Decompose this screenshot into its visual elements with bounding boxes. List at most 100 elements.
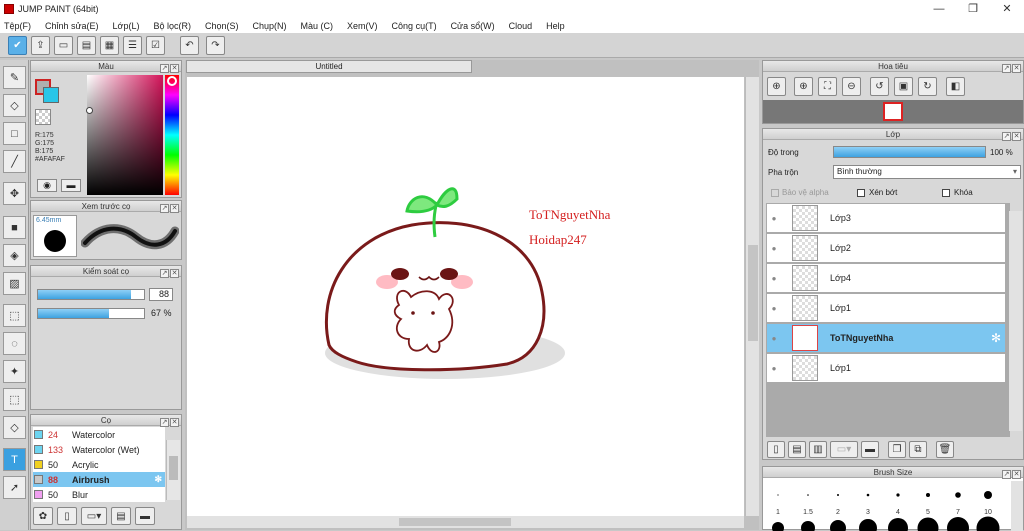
gradient-tool-icon[interactable]: ▨ bbox=[3, 272, 26, 295]
new-text-layer-icon[interactable]: ▥ bbox=[809, 441, 827, 458]
menu-cloud[interactable]: Cloud bbox=[509, 21, 533, 31]
hue-cursor[interactable] bbox=[167, 76, 177, 86]
brush-tool-icon[interactable]: ✎ bbox=[3, 66, 26, 89]
menu-edit[interactable]: Chỉnh sửa(E) bbox=[45, 21, 99, 31]
layer-item-selected[interactable]: ●ToTNguyetNha✻ bbox=[766, 323, 1006, 353]
brush-item[interactable]: 50Acrylic bbox=[33, 457, 165, 472]
bucket-tool-icon[interactable]: ◈ bbox=[3, 244, 26, 267]
rectangle-tool-icon[interactable]: □ bbox=[3, 122, 26, 145]
new-layer-icon[interactable]: ▯ bbox=[767, 441, 785, 458]
layer-item[interactable]: ●Lớp1 bbox=[766, 293, 1006, 323]
close-panel-icon[interactable]: ✕ bbox=[1012, 64, 1021, 73]
brush-copy-icon[interactable]: ▤ bbox=[111, 507, 131, 525]
menu-tools[interactable]: Công cụ(T) bbox=[392, 21, 437, 31]
zoom-in-alt-icon[interactable]: ⊕ bbox=[794, 77, 813, 96]
rotate-right-icon[interactable]: ↻ bbox=[918, 77, 937, 96]
brush-item[interactable]: 133Watercolor (Wet) bbox=[33, 442, 165, 457]
brush-settings-group-icon[interactable]: ✿ bbox=[33, 507, 53, 525]
export-icon[interactable]: ⇪ bbox=[31, 36, 50, 55]
blend-mode-select[interactable]: Bình thường▾ bbox=[833, 165, 1021, 179]
undock-icon[interactable]: ↗ bbox=[160, 64, 169, 73]
brush-group-dropdown-icon[interactable]: ▭▾ bbox=[81, 507, 107, 525]
lock-checkbox[interactable]: Khóa bbox=[942, 188, 973, 197]
undock-icon[interactable]: ↗ bbox=[1002, 470, 1011, 479]
close-panel-icon[interactable]: ✕ bbox=[1012, 132, 1021, 141]
chat-icon[interactable]: ▤ bbox=[77, 36, 96, 55]
brush-size-option[interactable]: 1.5 bbox=[793, 509, 823, 516]
layer-mode-dropdown-icon[interactable]: ▭▾ bbox=[830, 441, 858, 458]
brush-size-option[interactable]: 1 bbox=[763, 509, 793, 516]
menu-help[interactable]: Help bbox=[546, 21, 565, 31]
layer-item[interactable]: ●Lớp3 bbox=[766, 203, 1006, 233]
reset-rotation-icon[interactable]: ▣ bbox=[894, 77, 913, 96]
menu-view[interactable]: Xem(V) bbox=[347, 21, 378, 31]
close-panel-icon[interactable]: ✕ bbox=[1012, 470, 1021, 479]
layer-item[interactable]: ●Lớp2 bbox=[766, 233, 1006, 263]
color-picker-cursor[interactable] bbox=[86, 107, 93, 114]
vertical-scroll-thumb[interactable] bbox=[748, 245, 758, 341]
select-pen-tool-icon[interactable]: ⬚ bbox=[3, 388, 26, 411]
visibility-icon[interactable]: ● bbox=[767, 244, 781, 253]
layer-item[interactable]: ●Lớp4 bbox=[766, 263, 1006, 293]
rotate-left-icon[interactable]: ↺ bbox=[870, 77, 889, 96]
saturation-value-picker[interactable] bbox=[87, 75, 163, 195]
undo-icon[interactable]: ↶ bbox=[180, 36, 199, 55]
hue-slider[interactable] bbox=[165, 75, 179, 195]
brush-item[interactable]: 50Blur bbox=[33, 487, 165, 502]
secondary-color-swatch[interactable] bbox=[43, 87, 59, 103]
undock-icon[interactable]: ↗ bbox=[160, 269, 169, 278]
trash-icon[interactable]: 🗑 bbox=[936, 441, 954, 458]
brush-size-option[interactable]: 10 bbox=[973, 509, 1003, 516]
flip-icon[interactable]: ◧ bbox=[946, 77, 965, 96]
zoom-out-icon[interactable]: ⊖ bbox=[842, 77, 861, 96]
select-eraser-tool-icon[interactable]: ◇ bbox=[3, 416, 26, 439]
zoom-in-icon[interactable]: ⊕ bbox=[767, 77, 786, 96]
undock-icon[interactable]: ↗ bbox=[1002, 132, 1011, 141]
close-panel-icon[interactable]: ✕ bbox=[170, 418, 179, 427]
clipping-checkbox[interactable]: Xén bớt bbox=[857, 188, 897, 197]
eraser-tool-icon[interactable]: ◇ bbox=[3, 94, 26, 117]
merge-layer-icon[interactable]: ⧉ bbox=[909, 441, 927, 458]
layer-settings-icon[interactable]: ✻ bbox=[991, 331, 1001, 345]
new-brush-icon[interactable]: ▯ bbox=[57, 507, 77, 525]
menu-select[interactable]: Chọn(S) bbox=[205, 21, 239, 31]
minimize-button[interactable]: — bbox=[922, 0, 956, 18]
menu-color[interactable]: Màu (C) bbox=[301, 21, 334, 31]
horizontal-scroll-thumb[interactable] bbox=[399, 518, 511, 526]
close-button[interactable]: ✕ bbox=[990, 0, 1024, 18]
new-raster-layer-icon[interactable]: ▤ bbox=[788, 441, 806, 458]
brush-settings-icon[interactable]: ✻ bbox=[154, 474, 162, 485]
magic-wand-tool-icon[interactable]: ✦ bbox=[3, 360, 26, 383]
color-mode-icon[interactable]: ▬ bbox=[61, 179, 81, 192]
brush-item[interactable]: 24Watercolor bbox=[33, 427, 165, 442]
visibility-icon[interactable]: ● bbox=[767, 334, 781, 343]
layer-item[interactable]: ●Lớp1 bbox=[766, 353, 1006, 383]
undock-icon[interactable]: ↗ bbox=[1002, 64, 1011, 73]
drawing-canvas[interactable]: ToTNguyetNha Hoidap247 bbox=[187, 77, 744, 516]
document-icon[interactable]: ▦ bbox=[100, 36, 119, 55]
protect-alpha-checkbox[interactable]: Bảo vệ alpha bbox=[771, 188, 829, 197]
list-icon[interactable]: ☰ bbox=[123, 36, 142, 55]
navigator-preview[interactable] bbox=[763, 100, 1023, 123]
menu-filter[interactable]: Bộ lọc(R) bbox=[153, 21, 191, 31]
comment-icon[interactable]: ▭ bbox=[54, 36, 73, 55]
canvas-horizontal-scrollbar[interactable] bbox=[187, 516, 744, 528]
visibility-icon[interactable]: ● bbox=[767, 274, 781, 283]
brush-size-option[interactable]: 5 bbox=[913, 509, 943, 516]
layer-opacity-slider[interactable] bbox=[833, 146, 986, 158]
close-panel-icon[interactable]: ✕ bbox=[170, 64, 179, 73]
layer-folder-icon[interactable]: ▬ bbox=[861, 441, 879, 458]
navigator-viewport[interactable] bbox=[883, 102, 903, 121]
undock-icon[interactable]: ↗ bbox=[160, 204, 169, 213]
brush-size-grid[interactable] bbox=[763, 479, 1024, 531]
visibility-icon[interactable]: ● bbox=[767, 214, 781, 223]
move-tool-icon[interactable]: ✥ bbox=[3, 182, 26, 205]
operation-tool-icon[interactable]: ➚ bbox=[3, 476, 26, 499]
visibility-icon[interactable]: ● bbox=[767, 364, 781, 373]
brush-size-option[interactable]: 2 bbox=[823, 509, 853, 516]
document-tab[interactable]: Untitled bbox=[186, 60, 472, 73]
lasso-tool-icon[interactable]: ◌ bbox=[3, 332, 26, 355]
close-panel-icon[interactable]: ✕ bbox=[170, 204, 179, 213]
brush-size-value[interactable]: 88 bbox=[149, 288, 173, 301]
brush-size-option[interactable]: 7 bbox=[943, 509, 973, 516]
